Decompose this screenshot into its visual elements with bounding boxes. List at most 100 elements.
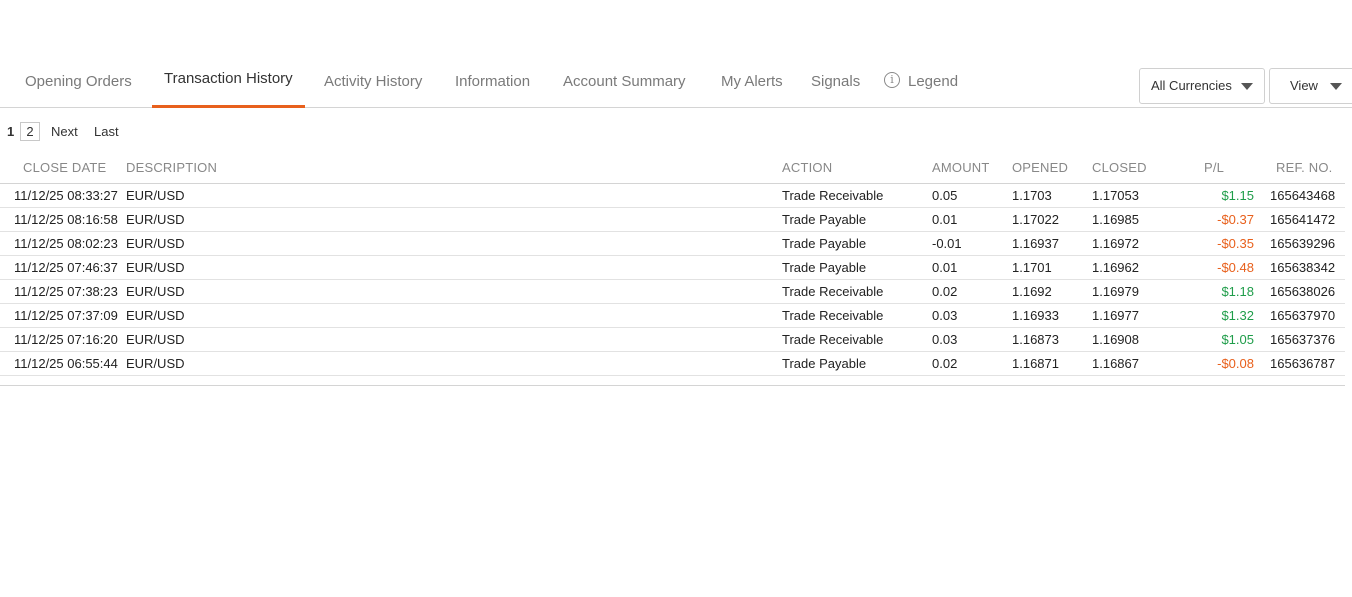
cell-opened: 1.16871	[1012, 356, 1059, 371]
header-closed[interactable]: CLOSED	[1092, 160, 1147, 175]
cell-amount: 0.05	[932, 188, 958, 203]
table-row[interactable]: 11/12/25 07:46:37 EUR/USD Trade Payable 0.0…	[0, 256, 1345, 280]
cell-closed: 1.16977	[1092, 308, 1139, 323]
header-opened[interactable]: OPENED	[1012, 160, 1068, 175]
cell-action: Trade Receivable	[782, 284, 884, 299]
cell-pl: $1.18	[1221, 284, 1254, 299]
cell-amount: 0.03	[932, 308, 958, 323]
cell-closed: 1.16867	[1092, 356, 1139, 371]
cell-ref-no: 165638342	[1270, 260, 1336, 275]
caret-down-icon	[1241, 83, 1253, 90]
tab-opening-orders[interactable]: Opening Orders	[25, 60, 132, 107]
cell-action: Trade Receivable	[782, 332, 884, 347]
last-page-link[interactable]: Last	[94, 124, 119, 139]
currency-filter-dropdown[interactable]: All Currencies	[1139, 68, 1265, 104]
tab-activity-history[interactable]: Activity History	[324, 60, 422, 107]
cell-amount: -0.01	[932, 236, 962, 251]
cell-close-date: 11/12/25 07:46:37	[14, 260, 118, 275]
cell-amount: 0.02	[932, 356, 958, 371]
cell-action: Trade Receivable	[782, 188, 884, 203]
cell-description: EUR/USD	[126, 356, 185, 371]
view-dropdown-label: View	[1290, 78, 1318, 93]
tab-legend[interactable]: i Legend	[884, 60, 958, 107]
header-close-date[interactable]: CLOSE DATE	[23, 160, 106, 175]
caret-down-icon	[1330, 83, 1342, 90]
header-pl[interactable]: P/L	[1204, 160, 1224, 175]
cell-ref-no: 165643468	[1270, 188, 1336, 203]
page-current: 1	[7, 124, 15, 139]
tab-my-alerts[interactable]: My Alerts	[721, 60, 783, 107]
cell-action: Trade Payable	[782, 212, 867, 227]
cell-close-date: 11/12/25 07:38:23	[14, 284, 118, 299]
cell-description: EUR/USD	[126, 260, 185, 275]
cell-ref-no: 165636787	[1270, 356, 1336, 371]
table-row[interactable]: 11/12/25 07:37:09 EUR/USD Trade Receivable…	[0, 304, 1345, 328]
cell-close-date: 11/12/25 07:37:09	[14, 308, 118, 323]
cell-description: EUR/USD	[126, 308, 185, 323]
cell-close-date: 11/12/25 07:16:20	[14, 332, 118, 347]
cell-opened: 1.16937	[1012, 236, 1059, 251]
cell-ref-no: 165638026	[1270, 284, 1336, 299]
cell-description: EUR/USD	[126, 236, 185, 251]
cell-amount: 0.01	[932, 212, 958, 227]
next-page-link[interactable]: Next	[51, 124, 78, 139]
cell-description: EUR/USD	[126, 188, 185, 203]
cell-close-date: 11/12/25 08:16:58	[14, 212, 118, 227]
cell-description: EUR/USD	[126, 284, 185, 299]
cell-amount: 0.03	[932, 332, 958, 347]
cell-close-date: 11/12/25 06:55:44	[14, 356, 118, 371]
cell-ref-no: 165639296	[1270, 236, 1336, 251]
table-row[interactable]: 11/12/25 06:55:44 EUR/USD Trade Payable 0.0…	[0, 352, 1345, 376]
cell-action: Trade Receivable	[782, 308, 884, 323]
cell-ref-no: 165641472	[1270, 212, 1336, 227]
tab-legend-label: Legend	[908, 73, 959, 90]
cell-opened: 1.16933	[1012, 308, 1059, 323]
tab-signals[interactable]: Signals	[811, 60, 860, 107]
view-dropdown[interactable]: View	[1269, 68, 1352, 104]
cell-closed: 1.16972	[1092, 236, 1139, 251]
page-2-link[interactable]: 2	[20, 122, 40, 141]
table-row[interactable]: 11/12/25 07:38:23 EUR/USD Trade Receivable…	[0, 280, 1345, 304]
table-row[interactable]: 11/12/25 07:16:20 EUR/USD Trade Receivable…	[0, 328, 1345, 352]
transaction-table: CLOSE DATE DESCRIPTION ACTION AMOUNT OPE…	[0, 155, 1345, 386]
cell-opened: 1.1701	[1012, 260, 1052, 275]
table-row[interactable]: 11/12/25 08:16:58 EUR/USD Trade Payable 0.0…	[0, 208, 1345, 232]
cell-amount: 0.02	[932, 284, 958, 299]
currency-filter-value: All Currencies	[1151, 78, 1232, 93]
cell-closed: 1.16908	[1092, 332, 1139, 347]
cell-closed: 1.17053	[1092, 188, 1139, 203]
info-circle-icon: i	[884, 72, 900, 89]
header-amount[interactable]: AMOUNT	[932, 160, 990, 175]
cell-pl: -$0.48	[1217, 260, 1254, 275]
cell-description: EUR/USD	[126, 212, 185, 227]
table-row[interactable]: 11/12/25 08:02:23 EUR/USD Trade Payable -0.…	[0, 232, 1345, 256]
cell-closed: 1.16979	[1092, 284, 1139, 299]
cell-opened: 1.17022	[1012, 212, 1059, 227]
tab-account-summary[interactable]: Account Summary	[563, 60, 686, 107]
cell-pl: $1.15	[1221, 188, 1254, 203]
cell-pl: $1.32	[1221, 308, 1254, 323]
table-row[interactable]: 11/12/25 08:33:27 EUR/USD Trade Receivable…	[0, 184, 1345, 208]
tab-transaction-history[interactable]: Transaction History	[152, 60, 305, 108]
cell-pl: $1.05	[1221, 332, 1254, 347]
cell-description: EUR/USD	[126, 332, 185, 347]
cell-action: Trade Payable	[782, 356, 867, 371]
cell-action: Trade Payable	[782, 260, 867, 275]
cell-pl: -$0.08	[1217, 356, 1254, 371]
cell-pl: -$0.35	[1217, 236, 1254, 251]
cell-ref-no: 165637970	[1270, 308, 1336, 323]
cell-ref-no: 165637376	[1270, 332, 1336, 347]
cell-closed: 1.16962	[1092, 260, 1139, 275]
header-action[interactable]: ACTION	[782, 160, 832, 175]
cell-pl: -$0.37	[1217, 212, 1254, 227]
cell-close-date: 11/12/25 08:02:23	[14, 236, 118, 251]
cell-action: Trade Payable	[782, 236, 867, 251]
header-ref-no[interactable]: REF. NO.	[1276, 160, 1333, 175]
tab-information[interactable]: Information	[455, 60, 530, 107]
cell-closed: 1.16985	[1092, 212, 1139, 227]
cell-opened: 1.16873	[1012, 332, 1059, 347]
cell-amount: 0.01	[932, 260, 958, 275]
header-description[interactable]: DESCRIPTION	[126, 160, 217, 175]
cell-opened: 1.1703	[1012, 188, 1052, 203]
cell-close-date: 11/12/25 08:33:27	[14, 188, 118, 203]
